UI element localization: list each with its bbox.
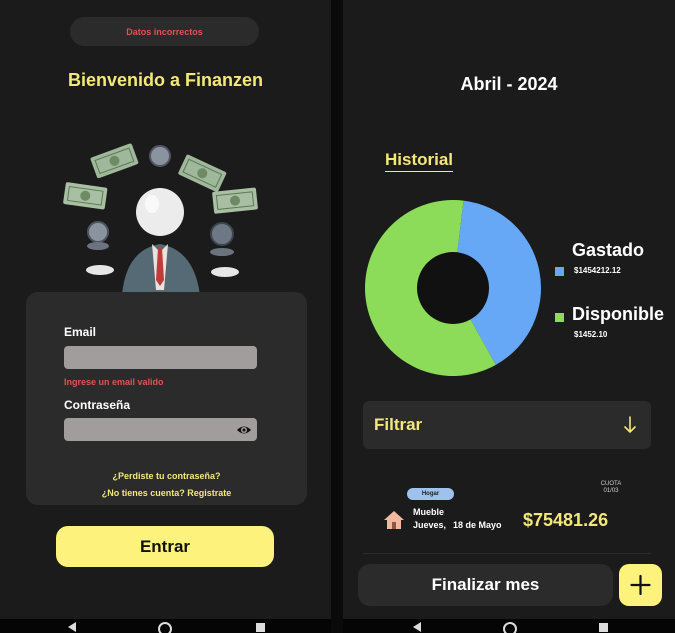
legend-available-value: $1452.10 bbox=[574, 330, 608, 339]
add-expense-button[interactable] bbox=[619, 564, 662, 606]
legend-spent-value: $1454212.12 bbox=[574, 266, 621, 275]
filter-button[interactable]: Filtrar bbox=[363, 401, 651, 449]
forgot-password-link[interactable]: ¿Perdiste tu contraseña? bbox=[26, 471, 307, 481]
screen-divider bbox=[331, 0, 343, 633]
nav-home-icon[interactable] bbox=[502, 621, 518, 633]
summary-screen: Abril - 2024 Historial Gastado $1454212.… bbox=[343, 0, 675, 633]
email-field[interactable] bbox=[64, 346, 257, 369]
chevron-down-arrow-icon bbox=[624, 416, 636, 434]
nav-recents-icon[interactable] bbox=[598, 622, 609, 632]
expense-day: Jueves, bbox=[413, 520, 447, 530]
android-nav-bar bbox=[343, 619, 675, 633]
nav-back-icon[interactable] bbox=[411, 622, 423, 632]
nav-recents-icon[interactable] bbox=[255, 622, 266, 632]
password-field[interactable] bbox=[64, 418, 257, 441]
list-separator bbox=[363, 553, 651, 554]
error-banner: Datos incorrectos bbox=[70, 17, 259, 46]
finance-illustration bbox=[63, 143, 258, 295]
history-title[interactable]: Historial bbox=[385, 150, 454, 172]
enter-button[interactable]: Entrar bbox=[56, 526, 274, 567]
installment-info: CUOTA 01/03 bbox=[591, 481, 631, 495]
expense-date: 18 de Mayo bbox=[453, 520, 502, 530]
email-label: Email bbox=[64, 325, 97, 339]
installment-value: 01/03 bbox=[603, 488, 619, 494]
android-nav-bar bbox=[0, 619, 331, 633]
password-label: Contraseña bbox=[64, 398, 131, 412]
category-tag: Hogar bbox=[407, 488, 454, 500]
expense-name: Mueble bbox=[413, 507, 445, 517]
email-error-message: Ingrese un email valido bbox=[64, 377, 164, 387]
finish-month-button[interactable]: Finalizar mes bbox=[358, 564, 613, 606]
expense-amount: $75481.26 bbox=[523, 510, 609, 530]
welcome-title: Bienvenido a Finanzen bbox=[67, 70, 264, 90]
month-title: Abril - 2024 bbox=[460, 74, 558, 94]
spending-donut-chart bbox=[365, 200, 541, 376]
home-icon bbox=[384, 511, 404, 529]
login-card: Email Ingrese un email valido Contraseña… bbox=[26, 292, 307, 505]
filter-label: Filtrar bbox=[374, 415, 423, 434]
nav-home-icon[interactable] bbox=[157, 621, 173, 633]
register-link[interactable]: ¿No tienes cuenta? Registrate bbox=[26, 488, 307, 498]
installment-label: CUOTA bbox=[600, 481, 622, 487]
legend-spent-label: Gastado bbox=[572, 240, 645, 260]
legend-available-label: Disponible bbox=[572, 304, 665, 324]
plus-icon bbox=[630, 574, 651, 596]
nav-back-icon[interactable] bbox=[66, 622, 78, 632]
legend-available-swatch bbox=[555, 313, 564, 322]
login-screen: Datos incorrectos Bienvenido a Finanzen … bbox=[0, 0, 331, 633]
eye-icon[interactable] bbox=[236, 422, 252, 438]
legend-spent-swatch bbox=[555, 267, 564, 276]
